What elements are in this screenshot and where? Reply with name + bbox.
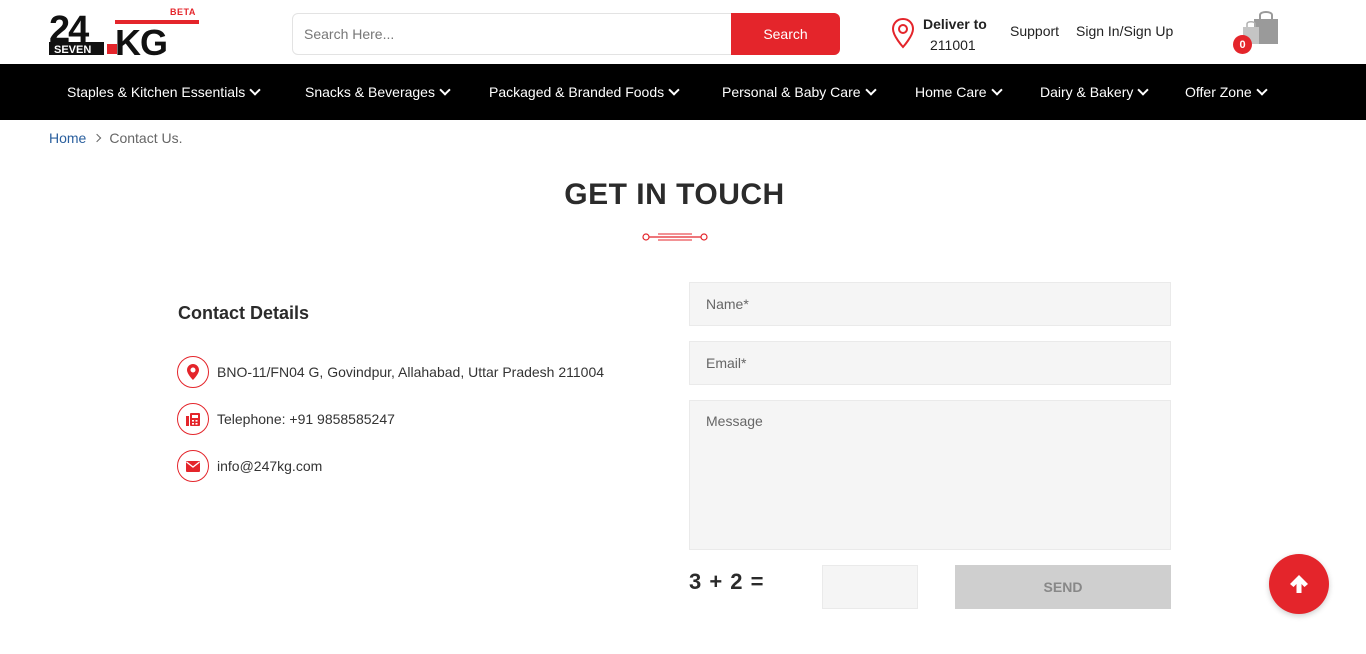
nav-item-label: Dairy & Bakery: [1040, 84, 1134, 100]
envelope-icon: [177, 450, 209, 482]
chevron-down-icon: [1256, 84, 1268, 96]
contact-address: BNO-11/FN04 G, Govindpur, Allahabad, Utt…: [177, 356, 604, 388]
nav-item-personal-care[interactable]: Personal & Baby Care: [722, 64, 877, 120]
message-field[interactable]: [689, 400, 1171, 550]
nav-item-label: Offer Zone: [1185, 84, 1252, 100]
chevron-down-icon: [1137, 84, 1150, 96]
map-marker-icon: [177, 356, 209, 388]
nav-item-label: Personal & Baby Care: [722, 84, 861, 100]
title-divider: [642, 233, 708, 241]
chevron-right-icon: [93, 133, 102, 143]
search-input[interactable]: [293, 14, 731, 54]
nav-item-staples[interactable]: Staples & Kitchen Essentials: [67, 64, 261, 120]
svg-text:KG: KG: [115, 22, 167, 56]
captcha-input[interactable]: [822, 565, 918, 609]
map-pin-icon[interactable]: [890, 17, 916, 49]
nav-item-snacks[interactable]: Snacks & Beverages: [305, 64, 451, 120]
name-field[interactable]: [689, 282, 1171, 326]
search-button[interactable]: Search: [731, 13, 840, 55]
nav-item-offer-zone[interactable]: Offer Zone: [1185, 64, 1268, 120]
address-text: BNO-11/FN04 G, Govindpur, Allahabad, Utt…: [217, 364, 605, 380]
site-header: 24 SEVEN KG BETA Search Deliver to 21100…: [0, 0, 1366, 64]
nav-item-label: Home Care: [915, 84, 987, 100]
cart-count-badge: 0: [1233, 35, 1252, 54]
support-link[interactable]: Support: [1010, 23, 1059, 39]
breadcrumb: Home Contact Us.: [49, 130, 183, 146]
captcha-question: 3 + 2 =: [689, 569, 765, 594]
contact-telephone: Telephone: +91 9858585247: [177, 403, 395, 435]
signin-link[interactable]: Sign In/Sign Up: [1076, 23, 1173, 39]
nav-item-dairy[interactable]: Dairy & Bakery: [1040, 64, 1150, 120]
search-bar: Search: [292, 13, 840, 55]
category-nav: Staples & Kitchen Essentials Snacks & Be…: [0, 64, 1366, 120]
chevron-down-icon: [439, 84, 451, 96]
fax-icon: [177, 403, 209, 435]
svg-text:SEVEN: SEVEN: [54, 44, 91, 56]
chevron-down-icon: [864, 84, 877, 96]
email-link[interactable]: info@247kg.com: [217, 458, 322, 474]
nav-item-packaged-foods[interactable]: Packaged & Branded Foods: [489, 64, 680, 120]
nav-item-label: Snacks & Beverages: [305, 84, 435, 100]
breadcrumb-current: Contact Us.: [109, 130, 183, 146]
contact-details-title: Contact Details: [178, 303, 310, 323]
chevron-down-icon: [668, 84, 680, 96]
deliver-pincode[interactable]: 211001: [930, 37, 976, 53]
chevron-down-icon: [249, 84, 261, 96]
nav-item-label: Staples & Kitchen Essentials: [67, 84, 246, 100]
arrow-up-icon: [1290, 575, 1308, 593]
telephone-text: Telephone: +91 9858585247: [217, 411, 395, 427]
breadcrumb-home[interactable]: Home: [49, 130, 86, 146]
email-field[interactable]: [689, 341, 1171, 385]
page-title: GET IN TOUCH: [564, 178, 785, 211]
contact-email: info@247kg.com: [177, 450, 322, 482]
nav-item-home-care[interactable]: Home Care: [915, 64, 1003, 120]
back-to-top-button[interactable]: [1269, 554, 1329, 614]
chevron-down-icon: [990, 84, 1003, 96]
nav-item-label: Packaged & Branded Foods: [489, 84, 665, 100]
send-button[interactable]: SEND: [955, 565, 1171, 609]
deliver-to-label[interactable]: Deliver to: [923, 16, 987, 32]
beta-badge: BETA: [170, 7, 196, 17]
